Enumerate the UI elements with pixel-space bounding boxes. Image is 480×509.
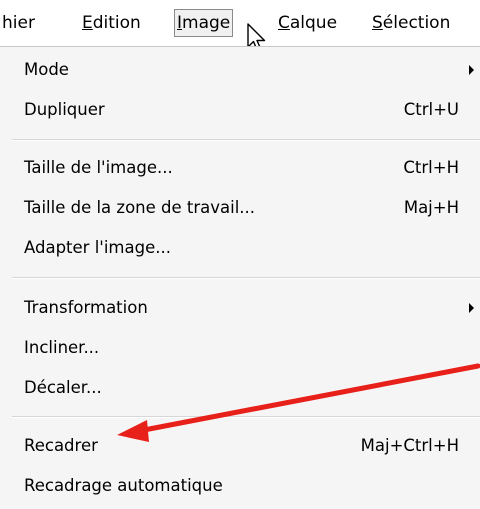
- image-dropdown-menu: Mode Dupliquer Ctrl+U Taille de l'image.…: [0, 46, 480, 509]
- menu-item-shortcut: Maj+Ctrl+H: [360, 436, 459, 455]
- submenu-arrow-icon: [469, 303, 474, 313]
- menu-item-label: Décaler...: [24, 378, 102, 397]
- menu-calque[interactable]: Calque: [276, 9, 339, 37]
- menu-item-label: Recadrer: [24, 436, 98, 455]
- menu-item-decaler[interactable]: Décaler...: [0, 370, 480, 406]
- menu-item-recadrer[interactable]: Recadrer Maj+Ctrl+H: [0, 428, 480, 464]
- menu-edition[interactable]: Edition: [80, 9, 143, 37]
- menu-item-shortcut: Maj+H: [403, 198, 459, 217]
- menu-item-recadrage-automatique[interactable]: Recadrage automatique: [0, 468, 480, 504]
- menu-item-label: Taille de la zone de travail...: [24, 198, 256, 217]
- menu-item-shortcut: Ctrl+U: [403, 100, 459, 119]
- menu-bar: hier Edition Image Calque Sélection: [0, 0, 480, 52]
- menu-item-label: Incliner...: [24, 338, 100, 357]
- menu-selection[interactable]: Sélection: [370, 9, 452, 37]
- menu-item-label: Mode: [24, 60, 69, 79]
- menu-item-label: Adapter l'image...: [24, 238, 171, 257]
- menu-separator: [12, 277, 480, 279]
- menu-item-incliner[interactable]: Incliner...: [0, 330, 480, 366]
- menu-item-label: Recadrage automatique: [24, 476, 223, 495]
- menu-item-label: Taille de l'image...: [24, 158, 173, 177]
- menu-fichier[interactable]: hier: [0, 9, 37, 37]
- menu-item-dupliquer[interactable]: Dupliquer Ctrl+U: [0, 92, 480, 128]
- menu-item-shortcut: Ctrl+H: [403, 158, 459, 177]
- menu-item-transformation[interactable]: Transformation: [0, 290, 480, 326]
- submenu-arrow-icon: [469, 65, 474, 75]
- menu-item-label: Dupliquer: [24, 100, 105, 119]
- menu-item-adapter-image[interactable]: Adapter l'image...: [0, 230, 480, 266]
- menu-item-taille-image[interactable]: Taille de l'image... Ctrl+H: [0, 150, 480, 186]
- menu-item-label: Transformation: [24, 298, 148, 317]
- menu-separator: [12, 416, 480, 418]
- menu-image[interactable]: Image: [174, 9, 234, 37]
- menu-item-mode[interactable]: Mode: [0, 52, 480, 88]
- menu-separator: [12, 139, 480, 141]
- menu-item-taille-zone-travail[interactable]: Taille de la zone de travail... Maj+H: [0, 190, 480, 226]
